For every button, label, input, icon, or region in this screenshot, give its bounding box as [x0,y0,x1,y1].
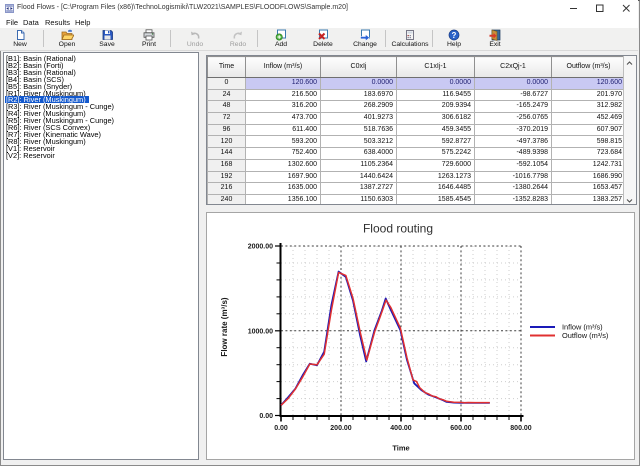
svg-text:0.00: 0.00 [259,413,273,420]
svg-text:1000.00: 1000.00 [248,328,273,335]
svg-text:800.00: 800.00 [510,425,532,432]
svg-text:0.00: 0.00 [274,425,288,432]
svg-text:2000.00: 2000.00 [248,244,273,251]
svg-text:600.00: 600.00 [450,425,472,432]
svg-text:400.00: 400.00 [390,425,412,432]
svg-text:Flood routing: Flood routing [363,222,433,236]
svg-text:200.00: 200.00 [330,425,352,432]
svg-text:Time: Time [392,444,409,453]
svg-text:Flow rate (m³/s): Flow rate (m³/s) [220,297,229,356]
svg-text:Outflow (m³/s): Outflow (m³/s) [562,331,608,340]
svg-text:?: ? [452,31,457,40]
